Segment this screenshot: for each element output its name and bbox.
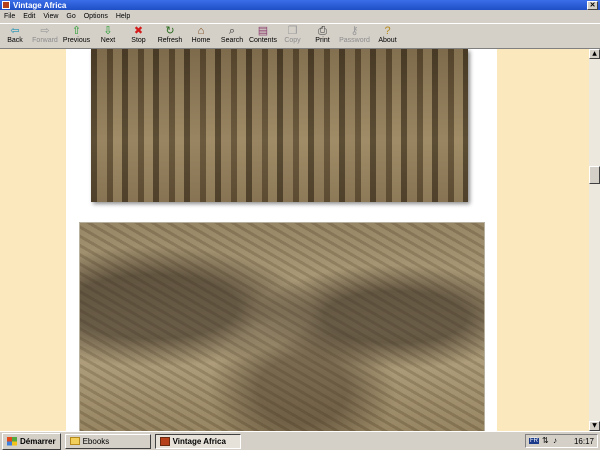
toolbar-refresh-button[interactable]: ↻ Refresh [154,24,186,48]
copy-icon: ❐ [287,25,298,37]
content-area[interactable] [0,49,589,431]
toolbar-label: Copy [284,37,301,44]
taskbar: Démarrer Ebooks Vintage Africa FR ⇅ ♪ 16… [0,431,600,450]
toolbar-label: Refresh [157,37,183,44]
menu-view[interactable]: View [39,13,62,20]
start-button[interactable]: Démarrer [2,432,61,450]
toolbar-label: Back [7,37,23,44]
toolbar-print-button[interactable]: ⎙ Print [307,24,338,48]
key-icon: ⚷ [350,25,359,37]
volume-icon[interactable]: ♪ [553,437,561,445]
vertical-scrollbar[interactable]: ▲ ▼ [589,49,600,431]
start-label: Démarrer [20,436,56,446]
toolbar-forward-button[interactable]: ⇨ Forward [30,24,60,48]
language-indicator[interactable]: FR [529,438,539,444]
network-icon[interactable]: ⇅ [542,437,550,445]
toolbar-label: Password [339,37,370,44]
toolbar-label: Home [191,37,211,44]
toolbar-label: Search [220,37,244,44]
toolbar-stop-button[interactable]: ✖ Stop [123,24,154,48]
window-title: Vintage Africa [13,0,67,10]
toolbar-label: Print [315,37,330,44]
toolbar-about-button[interactable]: ? About [371,24,404,48]
taskbar-item-vintage-africa[interactable]: Vintage Africa [154,433,241,449]
system-tray: FR ⇅ ♪ 16:17 [525,434,598,448]
scroll-up-button[interactable]: ▲ [589,49,600,59]
menu-edit[interactable]: Edit [19,13,39,20]
menu-help[interactable]: Help [112,13,134,20]
down-arrow-icon: ⇩ [103,25,113,37]
toolbar-label: Contents [248,37,278,44]
menu-go[interactable]: Go [62,13,79,20]
app-icon [159,436,170,446]
contents-icon: ▤ [257,25,269,37]
toolbar-label: Forward [32,37,58,44]
taskbar-item-ebooks[interactable]: Ebooks [64,433,151,449]
menu-options[interactable]: Options [80,13,112,20]
refresh-icon: ↻ [165,25,175,37]
toolbar-next-button[interactable]: ⇩ Next [93,24,123,48]
toolbar: ⇦ Back ⇨ Forward ⇧ Previous ⇩ Next ✖ Stop ↻ Refresh… [0,24,600,49]
vintage-photo-group [91,49,468,202]
scroll-thumb[interactable] [589,166,600,184]
clock: 16:17 [573,436,594,446]
toolbar-label: Stop [131,37,146,44]
question-icon: ? [384,25,391,37]
toolbar-copy-button[interactable]: ❐ Copy [278,24,307,48]
taskbar-item-label: Vintage Africa [172,436,226,446]
title-bar: Vintage Africa ✕ [0,0,600,10]
menu-bar: File Edit View Go Options Help [0,10,600,24]
taskbar-item-label: Ebooks [82,436,110,446]
toolbar-previous-button[interactable]: ⇧ Previous [60,24,93,48]
toolbar-password-button[interactable]: ⚷ Password [338,24,371,48]
app-icon [2,1,10,9]
up-arrow-icon: ⇧ [71,25,82,37]
toolbar-label: Previous [62,37,91,44]
menu-file[interactable]: File [0,13,19,20]
toolbar-contents-button[interactable]: ▤ Contents [248,24,278,48]
windows-logo-icon [7,436,17,446]
vintage-photo-scene [79,222,485,431]
forward-arrow-icon: ⇨ [40,25,50,37]
toolbar-label: About [378,37,397,44]
folder-icon [69,437,80,445]
close-button[interactable]: ✕ [587,0,598,10]
home-icon: ⌂ [197,25,205,37]
toolbar-home-button[interactable]: ⌂ Home [186,24,216,48]
stop-icon: ✖ [133,25,144,37]
toolbar-back-button[interactable]: ⇦ Back [0,24,30,48]
toolbar-search-button[interactable]: ⌕ Search [216,24,248,48]
scroll-down-button[interactable]: ▼ [589,421,600,431]
print-icon: ⎙ [318,25,327,37]
search-icon: ⌕ [228,25,236,37]
back-arrow-icon: ⇦ [10,25,20,37]
toolbar-label: Next [100,37,116,44]
